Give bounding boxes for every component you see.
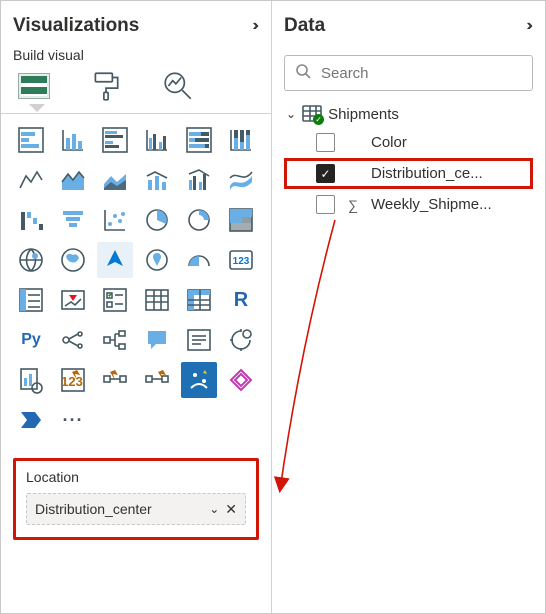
viz-waterfall[interactable] — [13, 202, 49, 238]
viz-line-clustered-column[interactable] — [181, 162, 217, 198]
viz-ellipsis[interactable]: ··· — [55, 402, 91, 438]
well-label-location: Location — [26, 469, 246, 485]
field-weekly-shipments[interactable]: ∑ Weekly_Shipme... — [284, 189, 533, 220]
build-visual-subheader: Build visual — [13, 47, 259, 63]
check-badge-icon: ✓ — [313, 114, 324, 125]
viz-treemap[interactable] — [223, 202, 259, 238]
data-title: Data — [284, 15, 325, 37]
build-visual-tabs — [13, 67, 259, 103]
viz-azure-map[interactable] — [97, 242, 133, 278]
viz-power-apps[interactable]: 123 — [55, 362, 91, 398]
collapse-data-button[interactable]: ›› — [526, 17, 533, 35]
table-shipments[interactable]: ⌄ ✓ Shipments — [284, 101, 533, 127]
checkbox-unchecked[interactable] — [316, 195, 335, 214]
viz-ribbon[interactable] — [223, 162, 259, 198]
field-label: Color — [371, 134, 529, 151]
viz-power-automate[interactable] — [97, 362, 133, 398]
search-box[interactable] — [284, 55, 533, 91]
location-well-box: Location Distribution_center ⌄ ✕ — [13, 458, 259, 540]
viz-area[interactable] — [55, 162, 91, 198]
table-icon: ✓ — [302, 105, 322, 123]
visualization-gallery: 123 R Py 123 ··· — [13, 122, 259, 438]
viz-gauge[interactable] — [181, 242, 217, 278]
viz-paginated[interactable] — [223, 322, 259, 358]
location-field-pill[interactable]: Distribution_center ⌄ ✕ — [26, 493, 246, 525]
viz-table[interactable] — [139, 282, 175, 318]
visualizations-title: Visualizations — [13, 15, 139, 37]
remove-field-button[interactable]: ✕ — [225, 501, 237, 518]
viz-power-automate-2[interactable] — [13, 402, 49, 438]
viz-stacked-column[interactable] — [55, 122, 91, 158]
viz-metrics[interactable] — [13, 362, 49, 398]
search-icon — [295, 63, 311, 84]
field-distribution-center[interactable]: ✓ Distribution_ce... — [284, 158, 533, 189]
field-label: Weekly_Shipme... — [371, 196, 529, 213]
viz-arcgis-map[interactable] — [139, 242, 175, 278]
checkbox-unchecked[interactable] — [316, 133, 335, 152]
field-color[interactable]: Color — [284, 127, 533, 158]
viz-line-stacked-column[interactable] — [139, 162, 175, 198]
viz-100-stacked-column[interactable] — [223, 122, 259, 158]
checkbox-checked[interactable]: ✓ — [316, 164, 335, 183]
table-name: Shipments — [328, 106, 399, 123]
viz-multi-row-card[interactable] — [13, 282, 49, 318]
visualizations-pane: Visualizations ›› Build visual — [1, 1, 272, 613]
viz-python-visual[interactable]: Py — [13, 322, 49, 358]
viz-kpi[interactable] — [55, 282, 91, 318]
svg-text:123: 123 — [233, 256, 250, 267]
viz-filled-map[interactable] — [55, 242, 91, 278]
paint-roller-icon — [89, 69, 123, 103]
viz-more-visuals[interactable] — [181, 362, 217, 398]
format-visual-tab[interactable] — [89, 69, 123, 103]
build-visual-tab[interactable] — [17, 69, 51, 103]
viz-smart-narrative[interactable] — [181, 322, 217, 358]
viz-donut[interactable] — [181, 202, 217, 238]
viz-matrix[interactable] — [181, 282, 217, 318]
viz-card[interactable]: 123 — [223, 242, 259, 278]
viz-r-visual[interactable]: R — [223, 282, 259, 318]
viz-key-influencers[interactable] — [55, 322, 91, 358]
search-input[interactable] — [319, 64, 522, 83]
viz-line[interactable] — [13, 162, 49, 198]
analytics-icon — [161, 69, 195, 103]
viz-funnel[interactable] — [55, 202, 91, 238]
viz-stacked-bar[interactable] — [13, 122, 49, 158]
viz-qna[interactable] — [139, 322, 175, 358]
viz-clustered-column[interactable] — [139, 122, 175, 158]
data-pane: Data ›› ⌄ ✓ Shipments Color — [272, 1, 545, 613]
viz-get-more-visuals[interactable] — [223, 362, 259, 398]
viz-100-stacked-bar[interactable] — [181, 122, 217, 158]
viz-clustered-bar[interactable] — [97, 122, 133, 158]
viz-map[interactable] — [13, 242, 49, 278]
viz-pie[interactable] — [139, 202, 175, 238]
fields-icon — [18, 73, 50, 99]
fields-tree: ⌄ ✓ Shipments Color ✓ Distribution_ce... — [284, 101, 533, 220]
viz-stacked-area[interactable] — [97, 162, 133, 198]
viz-scatter[interactable] — [97, 202, 133, 238]
viz-decomposition-tree[interactable] — [97, 322, 133, 358]
location-field-name: Distribution_center — [35, 501, 203, 517]
svg-text:123: 123 — [61, 374, 83, 389]
viz-slicer[interactable] — [97, 282, 133, 318]
viz-ai-insights[interactable] — [139, 362, 175, 398]
field-label: Distribution_ce... — [371, 165, 529, 182]
analytics-tab[interactable] — [161, 69, 195, 103]
sigma-icon: ∑ — [345, 197, 361, 213]
chevron-down-icon[interactable]: ⌄ — [209, 502, 219, 516]
chevron-down-icon: ⌄ — [286, 107, 296, 121]
collapse-visualizations-button[interactable]: ›› — [252, 17, 259, 35]
